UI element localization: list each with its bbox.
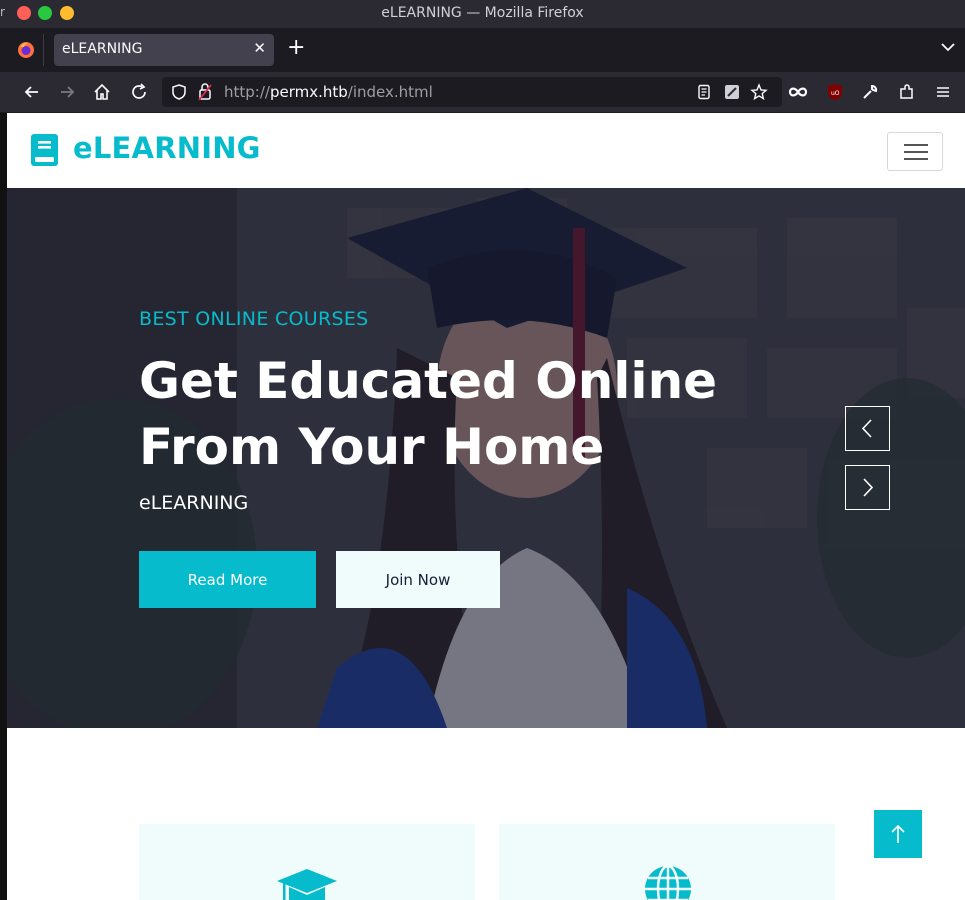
- svg-text:uO: uO: [831, 90, 840, 97]
- url-scheme: http://: [224, 83, 270, 101]
- chevron-left-icon: [861, 419, 872, 438]
- globe-icon: [645, 864, 691, 900]
- service-card: [139, 824, 475, 900]
- firefox-view-button[interactable]: [8, 34, 44, 66]
- forward-arrow-icon[interactable]: [57, 82, 77, 102]
- hero-title: Get Educated Online From Your Home: [139, 348, 759, 480]
- back-arrow-icon[interactable]: [22, 82, 42, 102]
- window-titlebar: r eLEARNING — Mozilla Firefox: [0, 0, 965, 28]
- hamburger-line: [904, 158, 928, 160]
- read-more-button[interactable]: Read More: [139, 551, 316, 608]
- insecure-lock-icon[interactable]: [196, 82, 214, 102]
- url-path: /index.html: [347, 83, 433, 101]
- hero-title-line-1: Get Educated Online: [139, 352, 718, 410]
- site-header: eLEARNING: [7, 113, 965, 188]
- hero-description: eLEARNING: [139, 492, 249, 514]
- home-icon[interactable]: [92, 82, 112, 102]
- tab-strip: eLEARNING ✕ +: [0, 28, 965, 72]
- wrench-icon[interactable]: [860, 82, 880, 102]
- tab-label: eLEARNING: [62, 41, 143, 57]
- extensions-puzzle-icon[interactable]: [897, 82, 917, 102]
- new-tab-button[interactable]: +: [287, 37, 305, 59]
- hamburger-line: [904, 151, 928, 153]
- ublock-origin-icon[interactable]: uO: [825, 82, 845, 102]
- service-card: [499, 824, 835, 900]
- graduation-cap-icon: [277, 869, 337, 900]
- url-text: http://permx.htb/index.html: [224, 83, 433, 101]
- window-edge: [0, 113, 7, 900]
- hero-carousel: BEST ONLINE COURSES Get Educated Online …: [7, 188, 965, 728]
- tracking-shield-icon[interactable]: [170, 83, 188, 101]
- tab-elearning[interactable]: eLEARNING ✕: [54, 34, 274, 66]
- navigation-toolbar: http://permx.htb/index.html uO: [0, 72, 965, 112]
- reload-icon[interactable]: [129, 82, 149, 102]
- window-title: eLEARNING — Mozilla Firefox: [381, 5, 584, 21]
- chevron-right-icon: [863, 478, 874, 497]
- page-extension-icon[interactable]: [723, 83, 741, 101]
- hero-title-line-2: From Your Home: [139, 418, 605, 476]
- hero-subtitle: BEST ONLINE COURSES: [139, 308, 369, 330]
- brand-name[interactable]: eLEARNING: [73, 131, 261, 165]
- app-menu-icon[interactable]: [933, 82, 953, 102]
- page-viewport: eLEARNING BEST ONLINE COURSES Get Educat…: [7, 113, 965, 900]
- reader-view-icon[interactable]: [696, 84, 712, 100]
- bookmark-star-icon[interactable]: [750, 83, 768, 101]
- firefox-icon: [17, 42, 34, 58]
- navbar-toggler-button[interactable]: [887, 132, 943, 171]
- book-logo-icon[interactable]: [31, 134, 58, 166]
- back-to-top-button[interactable]: [874, 810, 922, 858]
- tab-close-icon[interactable]: ✕: [253, 39, 266, 57]
- arrow-up-icon: [891, 824, 905, 843]
- carousel-prev-button[interactable]: [845, 406, 890, 451]
- carousel-next-button[interactable]: [845, 465, 890, 510]
- url-bar[interactable]: http://permx.htb/index.html: [162, 77, 782, 107]
- container-infinity-icon[interactable]: [788, 82, 808, 102]
- join-now-button[interactable]: Join Now: [336, 551, 500, 608]
- tab-list-chevron-icon[interactable]: [941, 42, 955, 52]
- hamburger-line: [904, 144, 928, 146]
- url-host: permx.htb: [269, 83, 348, 101]
